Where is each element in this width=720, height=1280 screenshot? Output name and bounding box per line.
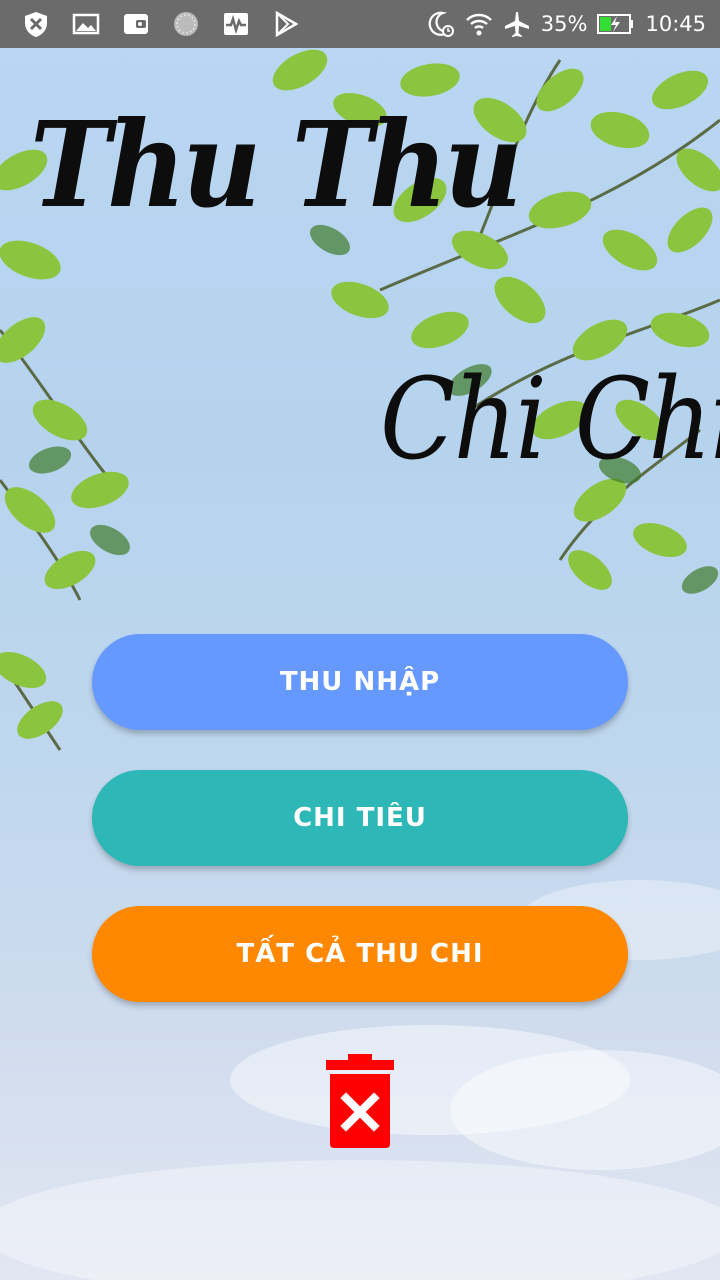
expense-button[interactable]: CHI TIÊU bbox=[92, 770, 628, 866]
shield-icon bbox=[22, 10, 50, 38]
circle-icon bbox=[172, 10, 200, 38]
play-store-icon bbox=[272, 10, 300, 38]
battery-percent: 35% bbox=[540, 12, 588, 36]
trash-x-icon bbox=[326, 1054, 394, 1148]
status-right-icons: 35% 10:45 bbox=[427, 10, 706, 38]
airplane-icon bbox=[503, 10, 531, 38]
moon-alarm-icon bbox=[427, 10, 455, 38]
pulse-icon bbox=[222, 10, 250, 38]
status-bar: 35% 10:45 bbox=[0, 0, 720, 48]
all-transactions-button[interactable]: TẤT CẢ THU CHI bbox=[92, 906, 628, 1002]
delete-all-button[interactable] bbox=[322, 1054, 398, 1150]
clock-time: 10:45 bbox=[645, 12, 706, 36]
battery-icon bbox=[597, 10, 635, 38]
status-left-icons bbox=[22, 10, 300, 38]
app-title-line-1: Thu Thu bbox=[30, 95, 523, 234]
app-screen: 35% 10:45 Thu Thu Chi Chi THU NHẬP CHI T… bbox=[0, 0, 720, 1280]
image-icon bbox=[72, 10, 100, 38]
wifi-icon bbox=[465, 10, 493, 38]
app-title-line-2: Chi Chi bbox=[380, 355, 720, 485]
income-button[interactable]: THU NHẬP bbox=[92, 634, 628, 730]
wallet-icon bbox=[122, 10, 150, 38]
